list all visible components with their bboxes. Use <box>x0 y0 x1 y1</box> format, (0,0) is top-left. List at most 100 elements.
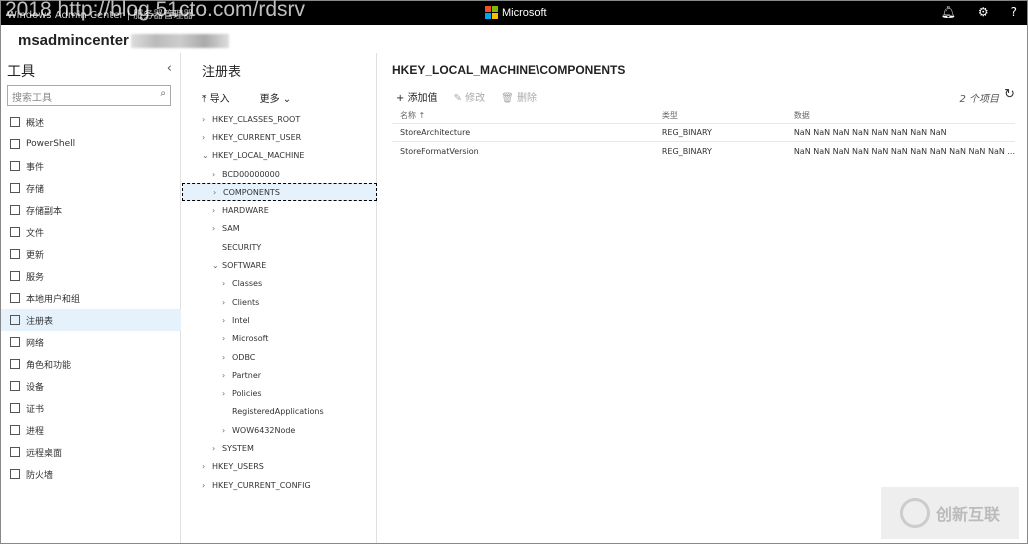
refresh-icon[interactable]: ↻ <box>1004 87 1015 102</box>
tree-node[interactable]: › HKEY_CURRENT_USER <box>182 128 377 146</box>
chevron-icon[interactable]: › <box>212 206 222 215</box>
sidebar-item[interactable]: 注册表 <box>1 309 181 331</box>
sidebar-item[interactable]: 证书 <box>1 397 181 419</box>
registry-tree-pane: 注册表 ⤒ 导入 更多 ⌄ › HKEY_CLASSES_ROOT › HKEY_CU… <box>182 53 377 543</box>
services-icon <box>10 271 20 281</box>
column-type[interactable]: 类型 <box>654 109 786 123</box>
chevron-icon[interactable]: › <box>222 298 232 307</box>
network-icon <box>10 337 20 347</box>
chevron-icon[interactable]: ⌄ <box>202 151 212 160</box>
more-button[interactable]: 更多 ⌄ <box>260 90 292 105</box>
chevron-icon[interactable]: › <box>222 316 232 325</box>
values-table: 名称 ↑ 类型 数据 StoreArchitecture REG_BINARY Na… <box>392 109 1015 160</box>
sidebar-item[interactable]: 防火墙 <box>1 463 181 485</box>
sidebar-item[interactable]: 进程 <box>1 419 181 441</box>
cell: StoreFormatVersion <box>392 141 654 160</box>
sidebar-item[interactable]: 存储副本 <box>1 199 181 221</box>
tree-node[interactable]: › ODBC <box>182 348 377 366</box>
tree-node[interactable]: › SYSTEM <box>182 439 377 457</box>
delete-button[interactable]: 🗑︎ 删除 <box>501 89 537 104</box>
table-row[interactable]: StoreArchitecture REG_BINARY NaN NaN NaN N… <box>392 122 1015 142</box>
remote-desktop-icon <box>10 447 20 457</box>
column-name[interactable]: 名称 ↑ <box>392 109 654 123</box>
chevron-icon[interactable]: › <box>213 188 223 197</box>
notification-bell-icon[interactable]: 🔔︎ <box>941 5 956 19</box>
sidebar-item[interactable]: 本地用户和组 <box>1 287 181 309</box>
chevron-icon[interactable]: › <box>212 224 222 233</box>
sidebar-item[interactable]: 角色和功能 <box>1 353 181 375</box>
tree-node[interactable]: ⌄ HKEY_LOCAL_MACHINE <box>182 147 377 165</box>
tree-node[interactable]: › SAM <box>182 220 377 238</box>
tools-title: 工具 <box>7 64 35 80</box>
chevron-icon[interactable]: › <box>202 481 212 490</box>
roles-icon <box>10 359 20 369</box>
chevron-icon[interactable]: › <box>222 279 232 288</box>
search-tools-input[interactable]: 搜索工具 ⌕ <box>7 85 171 106</box>
sidebar-item[interactable]: 网络 <box>1 331 181 353</box>
cell: REG_BINARY <box>653 122 786 142</box>
chevron-icon[interactable]: › <box>202 133 212 142</box>
brand-text: Microsoft <box>502 6 547 19</box>
tree-node[interactable]: › Classes <box>182 275 377 293</box>
storage-icon <box>10 183 20 193</box>
tree-node[interactable]: › BCD00000000 <box>182 165 377 183</box>
tree-node[interactable]: › HARDWARE <box>182 201 377 219</box>
tree-node[interactable]: SECURITY <box>182 238 377 256</box>
table-row[interactable]: StoreFormatVersion REG_BINARY NaN NaN NaN … <box>392 141 1015 160</box>
tree-node[interactable]: › HKEY_CLASSES_ROOT <box>182 110 377 128</box>
tree-node[interactable]: RegisteredApplications <box>182 403 377 421</box>
tree-node[interactable]: › HKEY_USERS <box>182 458 377 476</box>
sidebar-item[interactable]: 概述 <box>1 111 181 133</box>
tree-node[interactable]: › WOW6432Node <box>182 421 377 439</box>
tree-node[interactable]: › Policies <box>182 384 377 402</box>
sidebar-item[interactable]: 更新 <box>1 243 181 265</box>
events-icon <box>10 161 20 171</box>
users-icon <box>10 293 20 303</box>
add-value-button[interactable]: + 添加值 <box>396 89 438 104</box>
sidebar-item[interactable]: PowerShell <box>1 133 181 155</box>
tree-node[interactable]: › Intel <box>182 311 377 329</box>
chevron-icon[interactable]: › <box>222 426 232 435</box>
chevron-icon[interactable]: › <box>222 389 232 398</box>
tools-pane: 工具 ‹ 搜索工具 ⌕ 概述 PowerShell 事件 存储 存储副本 文件 更新 服务 本地用… <box>1 53 181 543</box>
gear-icon[interactable]: ⚙ <box>978 5 989 19</box>
chevron-icon[interactable]: › <box>222 371 232 380</box>
import-button[interactable]: ⤒ 导入 <box>202 90 230 105</box>
chevron-icon[interactable]: › <box>212 170 222 179</box>
collapse-icon[interactable]: ‹ <box>167 61 172 76</box>
files-icon <box>10 227 20 237</box>
chevron-icon[interactable]: › <box>212 444 222 453</box>
watermark: 2018 http://blog.51cto.com/rdsrv <box>5 0 305 21</box>
cell: NaN NaN NaN NaN NaN NaN NaN NaN <box>785 122 1015 142</box>
brand-watermark-logo: 创新互联 <box>881 487 1019 539</box>
tree-node[interactable]: › Partner <box>182 366 377 384</box>
edit-button[interactable]: ✎ 修改 <box>454 89 486 104</box>
tree-node[interactable]: › COMPONENTS <box>182 183 377 202</box>
search-icon: ⌕ <box>160 88 166 99</box>
chevron-icon[interactable]: › <box>222 353 232 362</box>
sidebar-item[interactable]: 事件 <box>1 155 181 177</box>
sidebar-item[interactable]: 存储 <box>1 177 181 199</box>
tree-node[interactable]: › HKEY_CURRENT_CONFIG <box>182 476 377 494</box>
registry-title: 注册表 <box>202 65 242 80</box>
sidebar-item[interactable]: 服务 <box>1 265 181 287</box>
key-path: HKEY_LOCAL_MACHINE\COMPONENTS <box>392 63 626 77</box>
chevron-icon[interactable]: › <box>202 462 212 471</box>
chevron-icon[interactable]: ⌄ <box>212 261 222 270</box>
column-data[interactable]: 数据 <box>786 109 1015 123</box>
redacted <box>130 33 229 48</box>
sidebar-item[interactable]: 设备 <box>1 375 181 397</box>
overview-icon <box>10 117 20 127</box>
item-count: 2 个项目 <box>959 94 999 105</box>
tree-node[interactable]: › Clients <box>182 293 377 311</box>
sidebar-item[interactable]: 文件 <box>1 221 181 243</box>
chevron-icon[interactable]: › <box>222 334 232 343</box>
tree-node[interactable]: › Microsoft <box>182 330 377 348</box>
registry-icon <box>10 315 20 325</box>
sidebar-item[interactable]: 远程桌面 <box>1 441 181 463</box>
tree-node[interactable]: ⌄ SOFTWARE <box>182 256 377 274</box>
chevron-icon[interactable]: › <box>202 115 212 124</box>
powershell-icon <box>10 139 20 149</box>
help-icon[interactable]: ? <box>1011 5 1017 19</box>
server-name: msadmincenter <box>18 32 229 49</box>
